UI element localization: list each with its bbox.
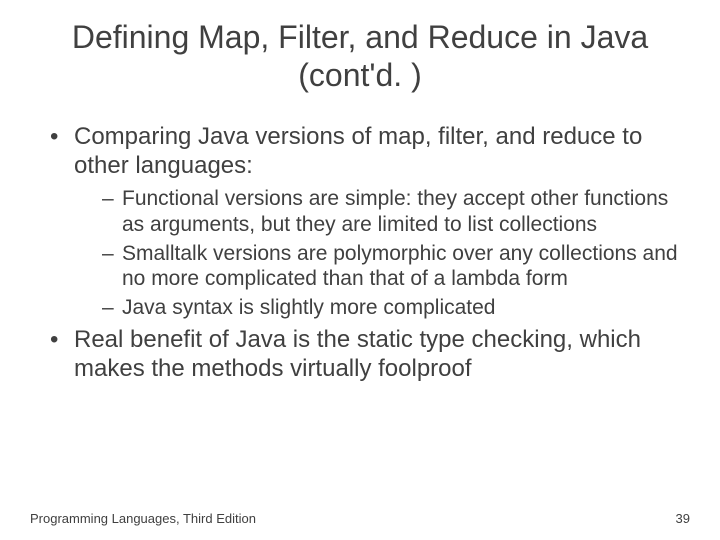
footer-left: Programming Languages, Third Edition — [30, 511, 256, 526]
sub-bullet-list: Functional versions are simple: they acc… — [74, 186, 690, 320]
bullet-list: Comparing Java versions of map, filter, … — [30, 123, 690, 384]
bullet-text: Comparing Java versions of map, filter, … — [74, 123, 642, 179]
bullet-text: Real benefit of Java is the static type … — [74, 326, 641, 382]
slide-footer: Programming Languages, Third Edition 39 — [30, 511, 690, 526]
slide: Defining Map, Filter, and Reduce in Java… — [0, 0, 720, 384]
bullet-item: Real benefit of Java is the static type … — [50, 326, 690, 384]
footer-right: 39 — [676, 511, 690, 526]
slide-title: Defining Map, Filter, and Reduce in Java… — [30, 18, 690, 95]
sub-bullet-item: Java syntax is slightly more complicated — [102, 295, 690, 320]
sub-bullet-item: Smalltalk versions are polymorphic over … — [102, 241, 690, 291]
bullet-item: Comparing Java versions of map, filter, … — [50, 123, 690, 321]
sub-bullet-item: Functional versions are simple: they acc… — [102, 186, 690, 236]
